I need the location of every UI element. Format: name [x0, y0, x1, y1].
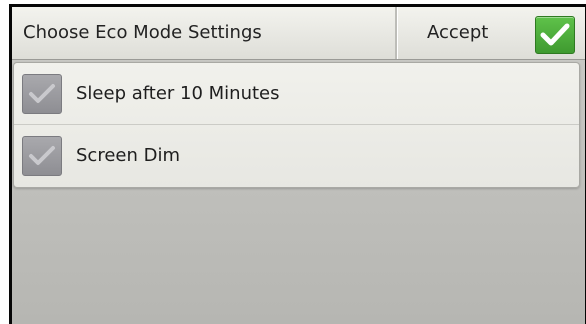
screen-dim-option-label: Screen Dim [76, 145, 181, 166]
touchscreen-display: Choose Eco Mode Settings Accept Sleep af… [9, 4, 586, 324]
page-title: Choose Eco Mode Settings [23, 22, 262, 43]
option-sleep-after-10-minutes[interactable]: Sleep after 10 Minutes [14, 63, 579, 125]
sleep-option-label: Sleep after 10 Minutes [76, 83, 280, 104]
accept-check-icon[interactable] [535, 16, 575, 54]
screen-dim-checkbox-check-icon[interactable] [22, 136, 62, 176]
accept-button[interactable]: Accept [398, 7, 585, 59]
accept-label: Accept [427, 22, 489, 43]
sleep-checkbox-check-icon[interactable] [22, 74, 62, 114]
header-bar: Choose Eco Mode Settings Accept [12, 7, 585, 60]
settings-content-area: Sleep after 10 Minutes Screen Dim [12, 60, 585, 324]
option-screen-dim[interactable]: Screen Dim [14, 125, 579, 186]
eco-options-list: Sleep after 10 Minutes Screen Dim [13, 62, 580, 188]
